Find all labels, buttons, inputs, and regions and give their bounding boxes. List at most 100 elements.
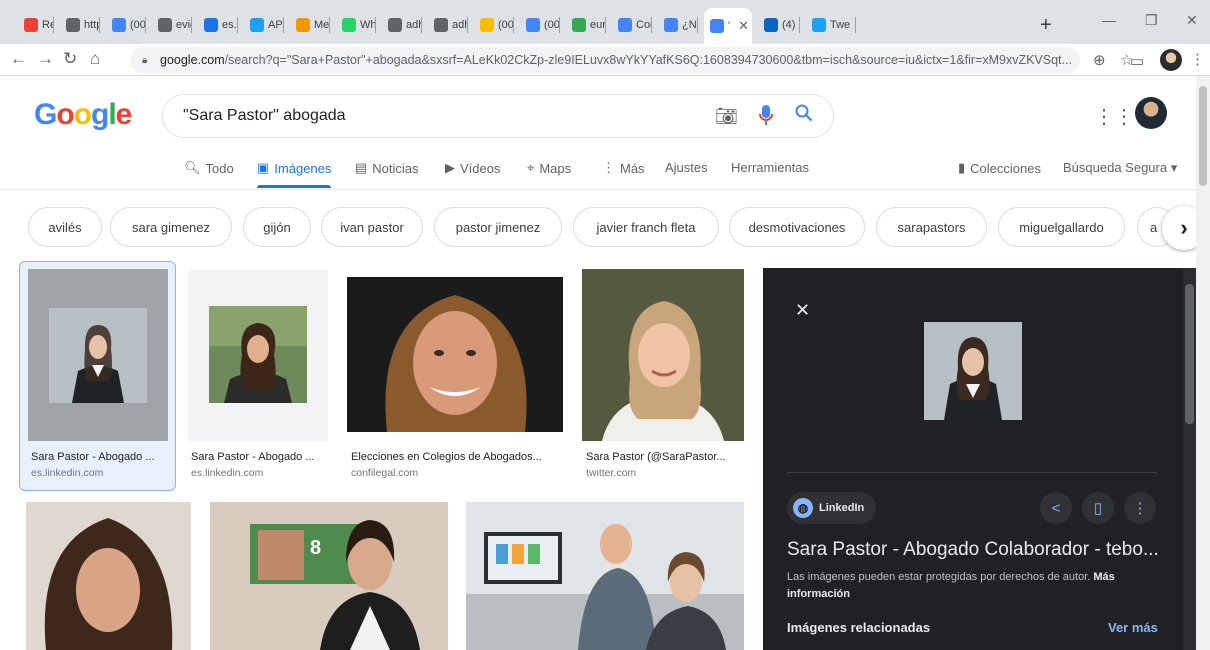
- page-scrollbar[interactable]: [1196, 76, 1210, 650]
- browser-tab[interactable]: ¿No: [658, 12, 698, 38]
- browser-tab[interactable]: es.a: [198, 12, 238, 38]
- browser-tab[interactable]: Reci: [18, 12, 54, 38]
- result-thumbnail[interactable]: [28, 269, 168, 441]
- chip[interactable]: pastor jimenez: [434, 207, 562, 247]
- browser-tab[interactable]: http: [60, 12, 100, 38]
- close-icon[interactable]: ✕: [795, 300, 810, 321]
- browser-tab-label: Wha: [360, 19, 376, 31]
- more-options-icon[interactable]: ⋮: [1124, 492, 1156, 524]
- google-logo[interactable]: Google: [34, 98, 132, 132]
- browser-tab[interactable]: ' ✕: [704, 8, 752, 44]
- browser-tab[interactable]: adh: [428, 12, 468, 38]
- tab-imagenes[interactable]: ▣ Imágenes: [257, 160, 332, 188]
- c-icon: [572, 18, 586, 32]
- back-icon[interactable]: ←: [10, 49, 27, 69]
- divider: [787, 472, 1157, 473]
- home-icon[interactable]: ⌂: [90, 49, 100, 69]
- chip[interactable]: miguelgallardo: [998, 207, 1125, 247]
- browser-tab[interactable]: eurc: [566, 12, 606, 38]
- menu-dots-icon[interactable]: ⋮: [1190, 50, 1205, 68]
- new-tab-button[interactable]: +: [1040, 14, 1052, 37]
- panel-scrollbar[interactable]: [1183, 268, 1196, 650]
- bookmark-icon: ▮: [958, 160, 966, 175]
- tab-todo[interactable]: 🔍︎ Todo: [184, 160, 234, 176]
- gmail-icon: [24, 18, 38, 32]
- reload-icon[interactable]: ↻: [63, 49, 77, 69]
- browser-tab[interactable]: (002: [474, 12, 514, 38]
- twitter-icon: [812, 18, 826, 32]
- tab-separator: [467, 17, 468, 33]
- browser-tab[interactable]: (002: [106, 12, 146, 38]
- browser-tab-label: Twe: [830, 19, 851, 31]
- chip[interactable]: avilés: [28, 207, 102, 247]
- result-source: twitter.com: [586, 467, 637, 479]
- browser-tab[interactable]: Wha: [336, 12, 376, 38]
- result-thumbnail[interactable]: [188, 269, 328, 441]
- source-link[interactable]: ◍ LinkedIn: [787, 492, 877, 524]
- result-thumbnail[interactable]: [26, 502, 191, 650]
- globe-icon: [158, 18, 172, 32]
- close-tab-icon[interactable]: ✕: [738, 18, 749, 34]
- browser-tab[interactable]: Con: [612, 12, 652, 38]
- tab-separator: [329, 17, 330, 33]
- browser-profile-avatar[interactable]: [1160, 49, 1182, 71]
- zoom-icon[interactable]: ⊕: [1093, 51, 1106, 69]
- forward-icon[interactable]: →: [37, 49, 54, 69]
- browser-tab-label: http: [84, 19, 100, 31]
- browser-tab[interactable]: (4) S: [758, 12, 800, 38]
- browser-tab[interactable]: evid: [152, 12, 192, 38]
- bookmark-icon[interactable]: ▯: [1082, 492, 1114, 524]
- image-icon: ▣: [257, 160, 270, 175]
- chip[interactable]: sara gimenez: [110, 207, 232, 247]
- translate-icon: [204, 18, 218, 32]
- related-images-heading: Imágenes relacionadas: [787, 620, 931, 635]
- share-icon[interactable]: <: [1040, 492, 1072, 524]
- chip[interactable]: javier franch fleta: [573, 207, 719, 247]
- herramientas-link[interactable]: Herramientas: [731, 160, 809, 175]
- browser-tab[interactable]: Men: [290, 12, 330, 38]
- result-title: Elecciones en Colegios de Abogados...: [351, 451, 542, 463]
- browser-tab[interactable]: Twe: [806, 12, 856, 38]
- close-window-icon[interactable]: ✕: [1186, 12, 1198, 29]
- colecciones-link[interactable]: ▮ Colecciones: [958, 160, 1041, 176]
- minimize-icon[interactable]: —: [1102, 12, 1116, 28]
- search-nav: 🔍︎ Todo ▣ Imágenes ▤ Noticias ▶ Vídeos ⌖ Maps…: [0, 152, 1210, 190]
- result-thumbnail[interactable]: [582, 269, 744, 441]
- chip[interactable]: gijón: [243, 207, 311, 247]
- globe-icon: [434, 18, 448, 32]
- restore-icon[interactable]: ❐: [1145, 12, 1158, 29]
- result-thumbnail[interactable]: [347, 277, 563, 432]
- ajustes-link[interactable]: Ajustes: [665, 160, 708, 175]
- tab-mas[interactable]: ⋮ Más: [602, 160, 645, 176]
- browser-tab[interactable]: APE: [244, 12, 284, 38]
- twitter-icon: [250, 18, 264, 32]
- address-bar[interactable]: 🔒︎ google.com /search?q="Sara+Pastor"+ab…: [130, 47, 1080, 73]
- cast-icon[interactable]: ▭: [1130, 52, 1144, 70]
- browser-tab-label: eurc: [590, 19, 606, 31]
- chip[interactable]: ivan pastor: [321, 207, 423, 247]
- preview-image[interactable]: [924, 322, 1022, 420]
- tab-separator: [237, 17, 238, 33]
- tab-maps[interactable]: ⌖ Maps: [527, 160, 571, 176]
- tab-videos[interactable]: ▶ Vídeos: [445, 160, 500, 176]
- docs-icon: [526, 18, 540, 32]
- result-thumbnail[interactable]: [466, 502, 744, 650]
- safe-search-dropdown[interactable]: Búsqueda Segura ▾: [1063, 160, 1177, 176]
- chip[interactable]: desmotivaciones: [729, 207, 865, 247]
- search-icon[interactable]: [795, 104, 813, 127]
- result-thumbnail[interactable]: 8: [210, 502, 448, 650]
- chip[interactable]: sarapastors: [876, 207, 987, 247]
- linkedin-icon: [764, 18, 778, 32]
- result-source: confilegal.com: [351, 467, 419, 479]
- tab-separator: [697, 17, 698, 33]
- see-more-link[interactable]: Ver más: [1108, 620, 1158, 635]
- tab-noticias[interactable]: ▤ Noticias: [355, 160, 419, 176]
- browser-tab-label: ': [728, 20, 731, 32]
- browser-tab[interactable]: (002: [520, 12, 560, 38]
- microphone-icon[interactable]: [758, 104, 774, 131]
- browser-tab[interactable]: adh: [382, 12, 422, 38]
- account-avatar[interactable]: [1135, 97, 1167, 129]
- preview-title[interactable]: Sara Pastor - Abogado Colaborador - tebo…: [787, 539, 1162, 561]
- camera-icon[interactable]: 📷︎: [715, 106, 738, 127]
- pin-icon: ⌖: [527, 160, 535, 175]
